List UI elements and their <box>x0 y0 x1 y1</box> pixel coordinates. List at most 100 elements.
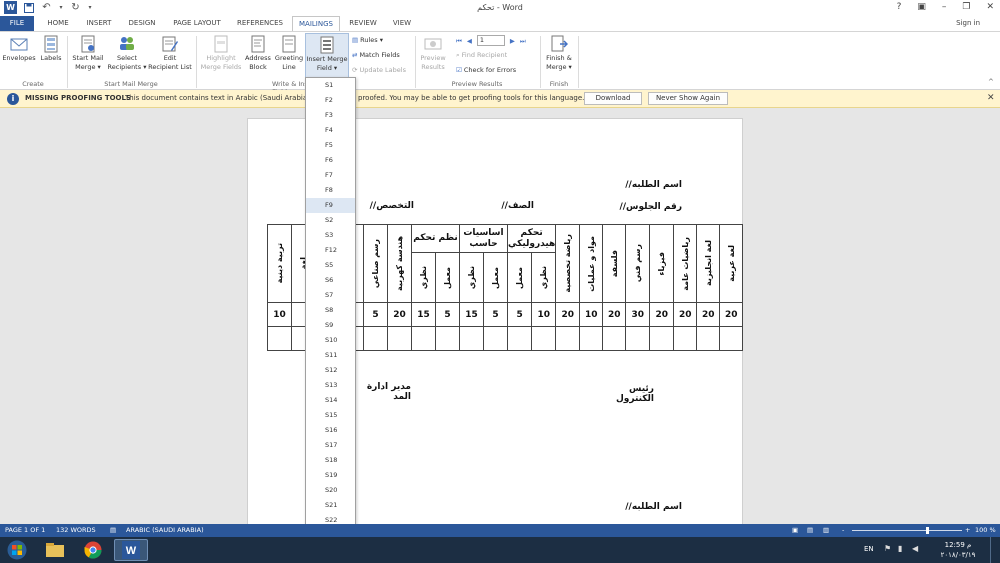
language-indicator[interactable]: ARABIC (SAUDI ARABIA) <box>126 524 204 537</box>
merge-field-item[interactable]: S14 <box>306 393 355 408</box>
record-navigator: ⏮ ◀ 1 ▶ ⏭ <box>456 35 526 46</box>
merge-field-item[interactable]: F3 <box>306 108 355 123</box>
table-cell: رياضيات عامة <box>673 224 698 303</box>
labels-button[interactable]: Labels <box>38 35 64 63</box>
merge-field-item[interactable]: S18 <box>306 453 355 468</box>
merge-field-item[interactable]: S19 <box>306 468 355 483</box>
zoom-out-button[interactable]: - <box>842 524 844 537</box>
restore-icon[interactable]: ❐ <box>962 2 970 12</box>
highlight-merge-fields-button[interactable]: Highlight Merge Fields <box>199 35 243 72</box>
table-value-cell: 10 <box>531 302 557 327</box>
rules-button[interactable]: ▤ Rules ▾ <box>352 35 383 45</box>
tray-network-icon[interactable]: ▮ <box>898 544 902 553</box>
download-button[interactable]: Download <box>584 92 642 105</box>
file-explorer-taskbar-button[interactable] <box>38 539 72 561</box>
tray-volume-icon[interactable]: ◀ <box>912 544 918 553</box>
find-recipient-button[interactable]: ⌕ Find Recipient <box>456 50 507 60</box>
taskbar: W EN ⚑ ▮ ◀ 12:59 م ٢٠١٨/٠٣/١٩ <box>0 537 1000 563</box>
close-icon[interactable]: ✕ <box>986 2 994 12</box>
show-desktop-button[interactable] <box>990 537 1000 563</box>
merge-field-item[interactable]: F8 <box>306 183 355 198</box>
system-clock[interactable]: 12:59 م ٢٠١٨/٠٣/١٩ <box>935 540 981 560</box>
preview-results-button[interactable]: Preview Results <box>418 35 448 72</box>
merge-field-item[interactable]: F12 <box>306 243 355 258</box>
read-mode-icon[interactable]: ▣ <box>792 524 798 537</box>
merge-field-item[interactable]: S20 <box>306 483 355 498</box>
merge-field-item[interactable]: F9 <box>306 198 355 213</box>
table-cell: معمل <box>435 252 460 303</box>
input-language[interactable]: EN <box>864 545 874 553</box>
merge-field-item[interactable]: F4 <box>306 123 355 138</box>
word-taskbar-button[interactable]: W <box>114 539 148 561</box>
tab-insert[interactable]: INSERT <box>80 16 118 31</box>
never-show-again-button[interactable]: Never Show Again <box>648 92 728 105</box>
merge-field-item[interactable]: S6 <box>306 273 355 288</box>
labels-icon <box>44 35 58 53</box>
proofing-icon[interactable]: ▤ <box>110 524 116 537</box>
first-record-icon[interactable]: ⏮ <box>456 36 462 46</box>
help-icon[interactable]: ? <box>897 2 902 12</box>
collapse-ribbon-icon[interactable]: ^ <box>988 78 994 86</box>
sign-in-link[interactable]: Sign in <box>956 16 980 31</box>
match-fields-button[interactable]: ⇄ Match Fields <box>352 50 400 60</box>
last-record-icon[interactable]: ⏭ <box>520 36 526 46</box>
page-count[interactable]: PAGE 1 OF 1 <box>5 524 45 537</box>
finish-merge-button[interactable]: Finish & Merge ▾ <box>543 35 575 72</box>
start-button[interactable] <box>2 539 32 561</box>
tab-page-layout[interactable]: PAGE LAYOUT <box>166 16 228 31</box>
address-block-button[interactable]: Address Block <box>244 35 272 72</box>
start-mail-merge-button[interactable]: Start Mail Merge ▾ <box>70 35 106 72</box>
merge-field-item[interactable]: S1 <box>306 78 355 93</box>
merge-field-item[interactable]: S2 <box>306 213 355 228</box>
merge-field-item[interactable]: S7 <box>306 288 355 303</box>
zoom-level[interactable]: 100 % <box>975 524 996 537</box>
tab-mailings[interactable]: MAILINGS <box>292 16 340 32</box>
tab-references[interactable]: REFERENCES <box>232 16 288 31</box>
merge-field-item[interactable]: S17 <box>306 438 355 453</box>
merge-field-item[interactable]: F6 <box>306 153 355 168</box>
select-recipients-button[interactable]: Select Recipients ▾ <box>106 35 148 72</box>
chrome-taskbar-button[interactable] <box>76 539 110 561</box>
merge-field-item[interactable]: S13 <box>306 378 355 393</box>
check-for-errors-button[interactable]: ☑ Check for Errors <box>456 65 516 75</box>
merge-field-item[interactable]: S11 <box>306 348 355 363</box>
merge-field-item[interactable]: S15 <box>306 408 355 423</box>
merge-field-item[interactable]: S9 <box>306 318 355 333</box>
web-layout-icon[interactable]: ▥ <box>823 524 829 537</box>
previous-record-icon[interactable]: ◀ <box>467 36 472 46</box>
merge-field-item[interactable]: S8 <box>306 303 355 318</box>
ribbon-display-icon[interactable]: ▣ <box>917 2 926 12</box>
insert-merge-field-button[interactable]: Insert Merge Field ▾ <box>305 33 349 78</box>
tab-view[interactable]: VIEW <box>386 16 418 31</box>
merge-field-item[interactable]: S5 <box>306 258 355 273</box>
word-count[interactable]: 132 WORDS <box>56 524 96 537</box>
record-number-input[interactable]: 1 <box>476 35 505 46</box>
close-message-bar-icon[interactable]: ✕ <box>987 93 995 103</box>
minimize-icon[interactable]: – <box>942 2 947 12</box>
merge-field-item[interactable]: S12 <box>306 363 355 378</box>
merge-field-item[interactable]: F7 <box>306 168 355 183</box>
update-labels-icon: ⟳ <box>352 66 358 74</box>
tab-file[interactable]: FILE <box>0 16 34 31</box>
table-cell: لغة عربية <box>719 224 744 303</box>
zoom-slider[interactable] <box>852 530 962 531</box>
next-record-icon[interactable]: ▶ <box>510 36 515 46</box>
edit-recipient-list-button[interactable]: Edit Recipient List <box>148 35 192 72</box>
zoom-in-button[interactable]: + <box>965 524 970 537</box>
people-icon <box>120 37 134 50</box>
tab-review[interactable]: REVIEW <box>344 16 382 31</box>
update-labels-button[interactable]: ⟳ Update Labels <box>352 65 406 75</box>
zoom-slider-thumb[interactable] <box>926 527 929 534</box>
merge-field-item[interactable]: F2 <box>306 93 355 108</box>
greeting-line-button[interactable]: Greeting Line <box>273 35 305 72</box>
print-layout-icon[interactable]: ▤ <box>807 524 813 537</box>
merge-field-item[interactable]: S10 <box>306 333 355 348</box>
merge-field-item[interactable]: F5 <box>306 138 355 153</box>
tray-flag-icon[interactable]: ⚑ <box>884 544 891 553</box>
envelopes-button[interactable]: Envelopes <box>2 35 36 63</box>
merge-field-item[interactable]: S21 <box>306 498 355 513</box>
merge-field-item[interactable]: S16 <box>306 423 355 438</box>
tab-home[interactable]: HOME <box>40 16 76 31</box>
tab-design[interactable]: DESIGN <box>123 16 161 31</box>
merge-field-item[interactable]: S3 <box>306 228 355 243</box>
